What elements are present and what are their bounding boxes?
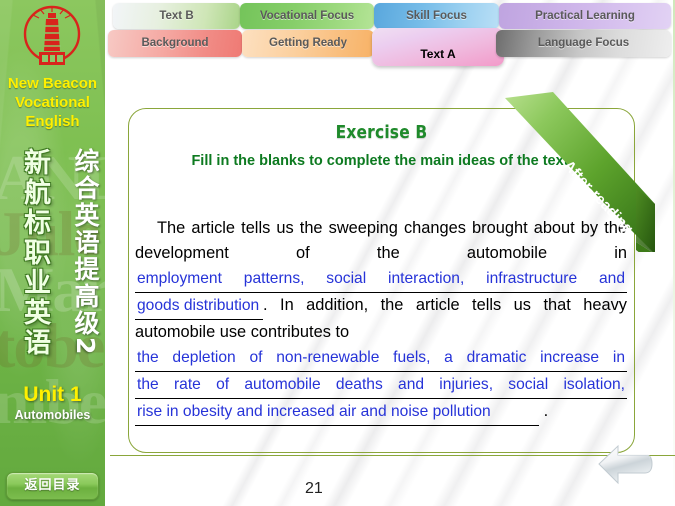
unit-subtitle: Automobiles: [14, 408, 91, 422]
answer-blank-1-line-1[interactable]: employment patterns, social interaction,…: [135, 266, 627, 293]
series-title-cn-right: 综合英语提高级2: [71, 148, 100, 357]
exercise-instruction: Fill in the blanks to complete the main …: [191, 153, 573, 169]
brand-line-3: English: [25, 113, 80, 130]
back-to-contents-button[interactable]: 返回目录: [6, 472, 99, 500]
slide-root: ANL Jule Mar tobe mberSS: [0, 0, 675, 506]
sidebar: ANL Jule Mar tobe mberSS: [0, 0, 105, 506]
brand-line-2: Vocational: [15, 94, 90, 111]
answer-blank-1-line-2[interactable]: goods distribution: [135, 293, 263, 320]
series-title-cn-left: 新航标职业英语: [19, 148, 50, 358]
tab-text-b[interactable]: Text B: [113, 3, 240, 29]
series-title-chinese: 新航标职业英语 综合英语提高级2: [0, 148, 105, 368]
exercise-title: Exercise B: [335, 122, 428, 143]
paragraph-1-lead: The article tells us the sweeping change…: [135, 216, 627, 266]
paragraph-1-continued: goods distribution. In addition, the art…: [135, 293, 627, 345]
paragraph-2-final: rise in obesity and increased air and no…: [135, 399, 627, 426]
tab-background[interactable]: Background: [108, 30, 242, 57]
exercise-body: The article tells us the sweeping change…: [135, 216, 627, 426]
answer-blank-2-line-3[interactable]: rise in obesity and increased air and no…: [135, 399, 539, 426]
tab-language-focus[interactable]: Language Focus: [496, 30, 671, 57]
page-number: 21: [305, 480, 323, 497]
tab-practical-learning[interactable]: Practical Learning: [499, 3, 671, 29]
back-arrow-icon[interactable]: [596, 442, 654, 490]
footer-divider: [110, 455, 675, 456]
brand-line-1: New Beacon: [7, 75, 98, 92]
paragraph-1-text-part-1: The article tells us the sweeping change…: [135, 219, 627, 262]
paragraph-2-period: .: [543, 402, 549, 420]
exercise-content: Exercise B Fill in the blanks to complet…: [128, 108, 635, 453]
unit-label: Unit 1: [23, 383, 82, 406]
brand-name: New Beacon Vocational English: [0, 74, 105, 131]
lighthouse-logo-icon: [16, 3, 88, 69]
tab-skill-focus[interactable]: Skill Focus: [374, 3, 499, 29]
answer-blank-2-line-2[interactable]: the rate of automobile deaths and injuri…: [135, 372, 627, 399]
tab-getting-ready[interactable]: Getting Ready: [242, 30, 374, 57]
tab-text-a[interactable]: Text A: [372, 28, 504, 66]
answer-blank-2-line-1[interactable]: the depletion of non-renewable fuels, a …: [135, 345, 627, 372]
tab-vocational-focus[interactable]: Vocational Focus: [240, 3, 374, 29]
